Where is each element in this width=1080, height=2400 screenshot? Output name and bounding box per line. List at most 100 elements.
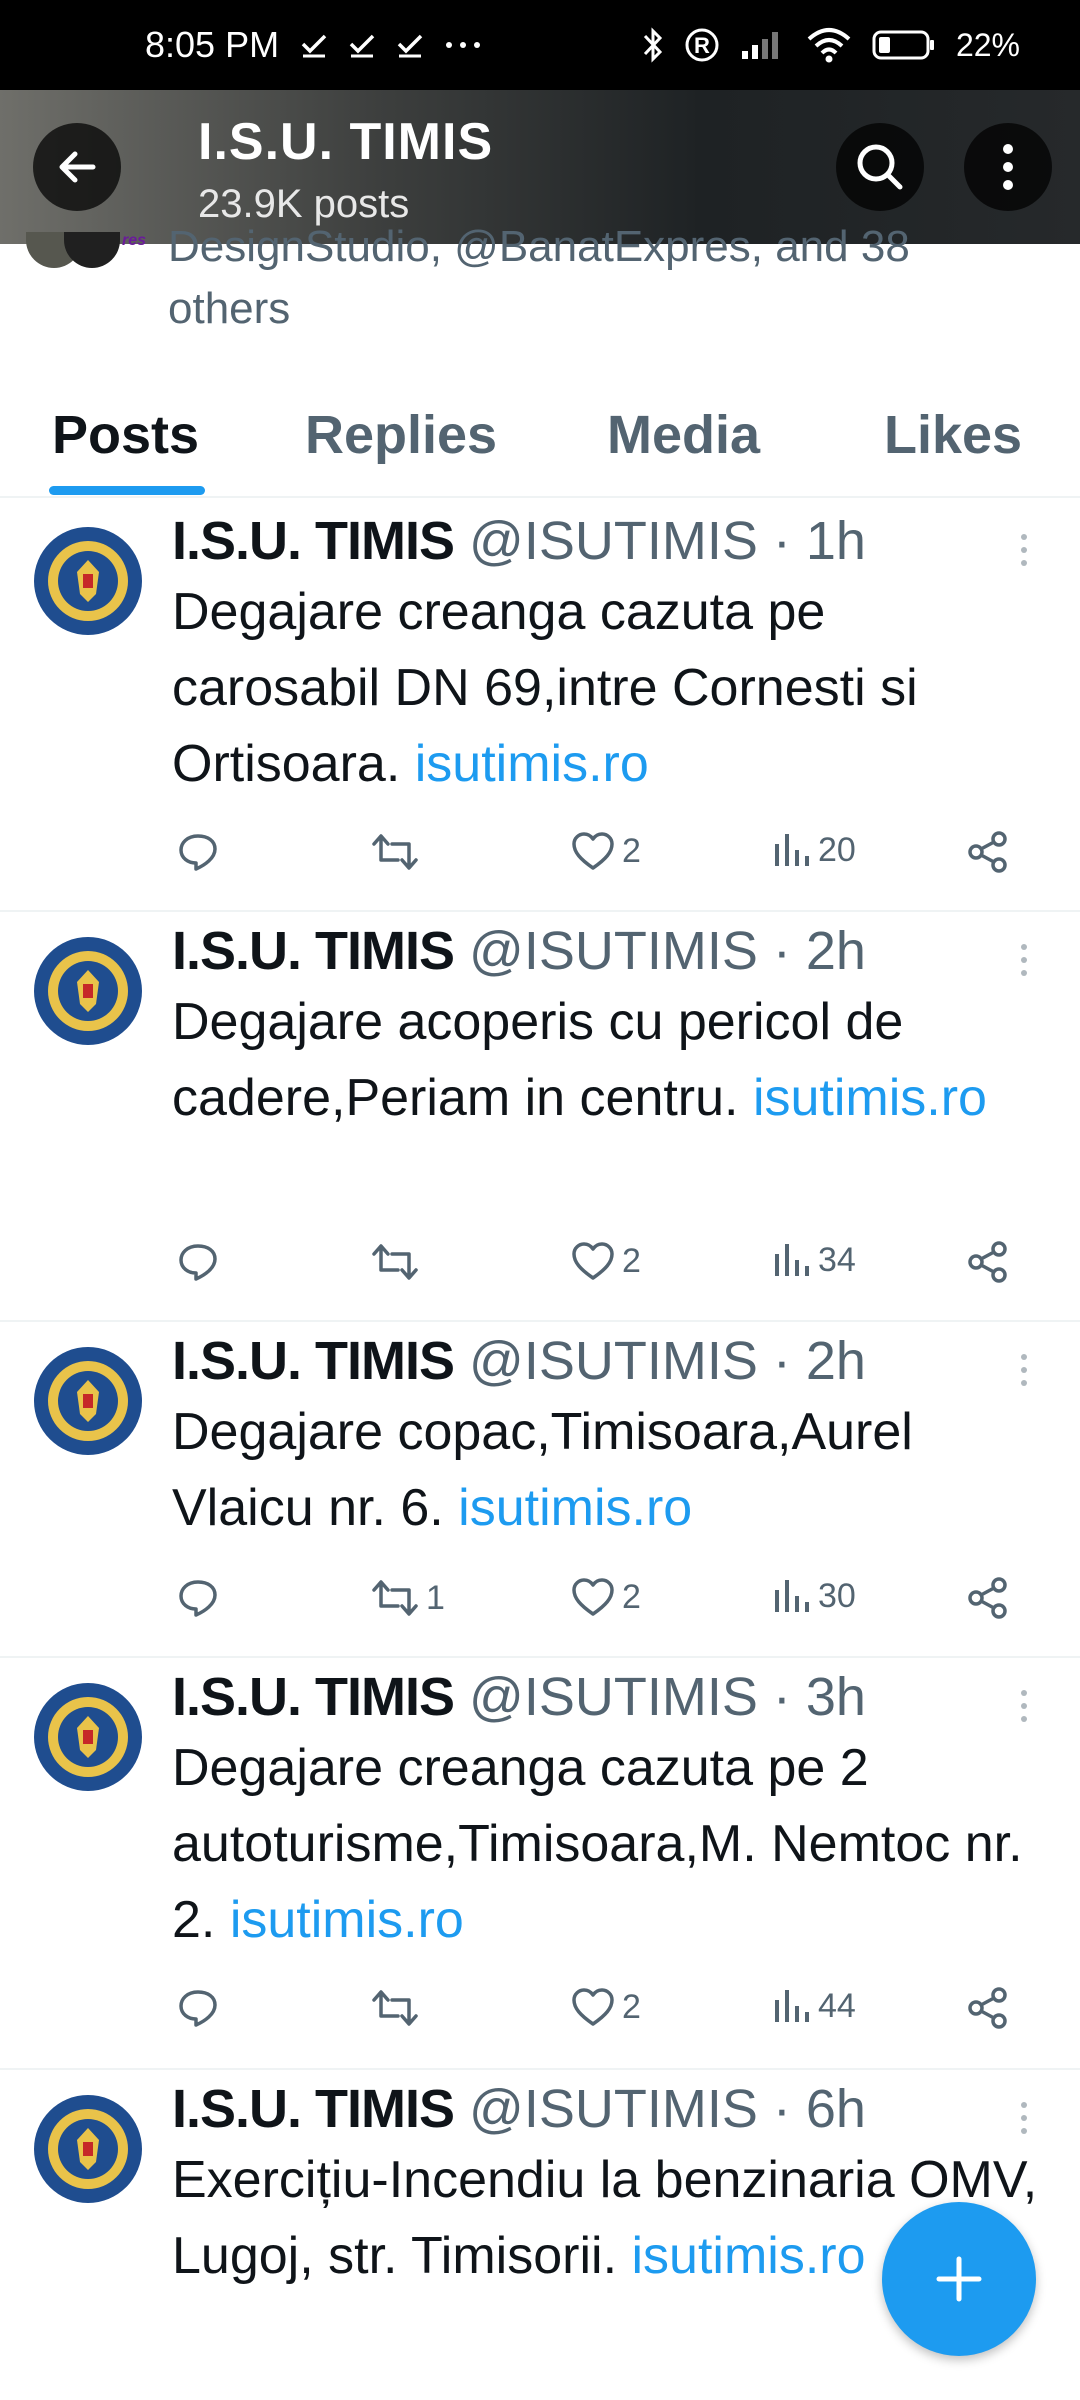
author-name[interactable]: I.S.U. TIMIS bbox=[172, 2079, 455, 2139]
views-icon bbox=[775, 834, 809, 866]
retweet-icon bbox=[372, 1580, 418, 1616]
more-vertical-icon bbox=[1003, 144, 1013, 190]
reply-icon bbox=[179, 1244, 217, 1281]
avatar[interactable] bbox=[33, 1682, 143, 1792]
share-button[interactable] bbox=[966, 1986, 1010, 2030]
author-handle[interactable]: @ISUTIMIS bbox=[469, 1331, 758, 1391]
separator-dot: · bbox=[772, 2079, 791, 2139]
share-button[interactable] bbox=[966, 830, 1010, 874]
reply-button[interactable] bbox=[176, 1240, 220, 1284]
check-icon bbox=[349, 34, 375, 58]
check-icon bbox=[397, 34, 423, 58]
views-button[interactable]: 44 bbox=[772, 1986, 856, 2026]
views-icon bbox=[775, 1244, 809, 1276]
reply-button[interactable] bbox=[176, 1986, 220, 2030]
views-button[interactable]: 20 bbox=[772, 830, 856, 870]
battery-percent: 22% bbox=[955, 26, 1020, 63]
search-icon bbox=[857, 144, 903, 190]
reply-button[interactable] bbox=[176, 830, 220, 874]
reply-button[interactable] bbox=[176, 1576, 220, 1620]
arrow-left-icon bbox=[59, 151, 96, 183]
header-post-count: 23.9K posts bbox=[198, 182, 410, 226]
profile-tabs: Posts Replies Media Likes bbox=[0, 390, 1080, 498]
post-link[interactable]: isutimis.ro bbox=[631, 2227, 865, 2285]
post-link[interactable]: isutimis.ro bbox=[753, 1069, 987, 1127]
like-button[interactable]: 2 bbox=[570, 1576, 641, 1618]
view-count: 20 bbox=[818, 830, 856, 869]
tab-posts[interactable]: Posts bbox=[52, 404, 199, 466]
post-link[interactable]: isutimis.ro bbox=[415, 735, 649, 793]
post[interactable]: I.S.U. TIMIS @ISUTIMIS · 3h Degajare cre… bbox=[0, 1658, 1080, 2070]
like-button[interactable]: 2 bbox=[570, 830, 641, 872]
like-count: 2 bbox=[622, 1241, 641, 1280]
author-name[interactable]: I.S.U. TIMIS bbox=[172, 1331, 455, 1391]
svg-text:R: R bbox=[694, 33, 710, 58]
post-header: I.S.U. TIMIS @ISUTIMIS · 2h bbox=[172, 1330, 866, 1392]
retweet-button[interactable] bbox=[370, 1240, 426, 1284]
more-vertical-icon[interactable] bbox=[1014, 1354, 1034, 1393]
views-icon bbox=[775, 1580, 809, 1612]
post-link[interactable]: isutimis.ro bbox=[458, 1479, 692, 1537]
check-icon bbox=[301, 34, 327, 58]
view-count: 30 bbox=[818, 1576, 856, 1615]
registered-icon: R bbox=[685, 28, 719, 62]
avatar[interactable] bbox=[33, 2094, 143, 2204]
retweet-icon bbox=[372, 834, 418, 870]
post-actions: 2 44 bbox=[0, 1986, 1080, 2036]
post-header: I.S.U. TIMIS @ISUTIMIS · 2h bbox=[172, 920, 866, 982]
post[interactable]: I.S.U. TIMIS @ISUTIMIS · 2h Degajare aco… bbox=[0, 912, 1080, 1322]
back-button[interactable] bbox=[33, 123, 121, 211]
retweet-button[interactable]: 1 bbox=[370, 1576, 445, 1620]
avatar[interactable] bbox=[33, 936, 143, 1046]
views-button[interactable]: 30 bbox=[772, 1576, 856, 1616]
author-handle[interactable]: @ISUTIMIS bbox=[469, 921, 758, 981]
more-vertical-icon[interactable] bbox=[1014, 944, 1034, 983]
more-vertical-icon[interactable] bbox=[1014, 1690, 1034, 1729]
like-count: 2 bbox=[622, 1577, 641, 1616]
post-actions: 2 20 bbox=[0, 830, 1080, 880]
post-time: 6h bbox=[805, 2079, 866, 2139]
plus-icon bbox=[936, 2256, 982, 2302]
like-count: 2 bbox=[622, 831, 641, 870]
share-icon bbox=[968, 1987, 1007, 2029]
retweet-count: 1 bbox=[426, 1578, 445, 1617]
author-name[interactable]: I.S.U. TIMIS bbox=[172, 1667, 455, 1727]
author-name[interactable]: I.S.U. TIMIS bbox=[172, 511, 455, 571]
compose-button[interactable] bbox=[882, 2202, 1036, 2356]
like-button[interactable]: 2 bbox=[570, 1986, 641, 2028]
author-handle[interactable]: @ISUTIMIS bbox=[469, 511, 758, 571]
post-time: 2h bbox=[805, 921, 866, 981]
avatar[interactable] bbox=[33, 526, 143, 636]
author-handle[interactable]: @ISUTIMIS bbox=[469, 2079, 758, 2139]
post-text: Degajare creanga cazuta pe 2 autoturisme… bbox=[172, 1730, 1042, 1958]
reply-icon bbox=[179, 1580, 217, 1617]
post-actions: 2 34 bbox=[0, 1240, 1080, 1290]
bluetooth-icon bbox=[643, 27, 663, 63]
battery-icon bbox=[872, 30, 934, 60]
header-title: I.S.U. TIMIS bbox=[198, 113, 494, 171]
followers-you-know[interactable]: res DesignStudio, @BanatExpres, and 38 o… bbox=[0, 222, 1080, 369]
heart-icon bbox=[572, 1242, 614, 1280]
tab-media[interactable]: Media bbox=[607, 404, 760, 466]
tab-likes[interactable]: Likes bbox=[884, 404, 1022, 466]
author-handle[interactable]: @ISUTIMIS bbox=[469, 1667, 758, 1727]
post-time: 3h bbox=[805, 1667, 866, 1727]
more-vertical-icon[interactable] bbox=[1014, 2102, 1034, 2141]
views-button[interactable]: 34 bbox=[772, 1240, 856, 1280]
more-vertical-icon[interactable] bbox=[1014, 534, 1034, 573]
retweet-button[interactable] bbox=[370, 830, 426, 874]
retweet-button[interactable] bbox=[370, 1986, 426, 2030]
share-button[interactable] bbox=[966, 1240, 1010, 1284]
author-name[interactable]: I.S.U. TIMIS bbox=[172, 921, 455, 981]
separator-dot: · bbox=[772, 1331, 791, 1391]
search-button[interactable] bbox=[836, 123, 924, 211]
heart-icon bbox=[572, 1988, 614, 2026]
share-button[interactable] bbox=[966, 1576, 1010, 1620]
post[interactable]: I.S.U. TIMIS @ISUTIMIS · 1h Degajare cre… bbox=[0, 500, 1080, 912]
avatar[interactable] bbox=[33, 1346, 143, 1456]
more-options-button[interactable] bbox=[964, 123, 1052, 211]
tab-replies[interactable]: Replies bbox=[305, 404, 497, 466]
post-link[interactable]: isutimis.ro bbox=[230, 1891, 464, 1949]
like-button[interactable]: 2 bbox=[570, 1240, 641, 1282]
post[interactable]: I.S.U. TIMIS @ISUTIMIS · 2h Degajare cop… bbox=[0, 1322, 1080, 1658]
